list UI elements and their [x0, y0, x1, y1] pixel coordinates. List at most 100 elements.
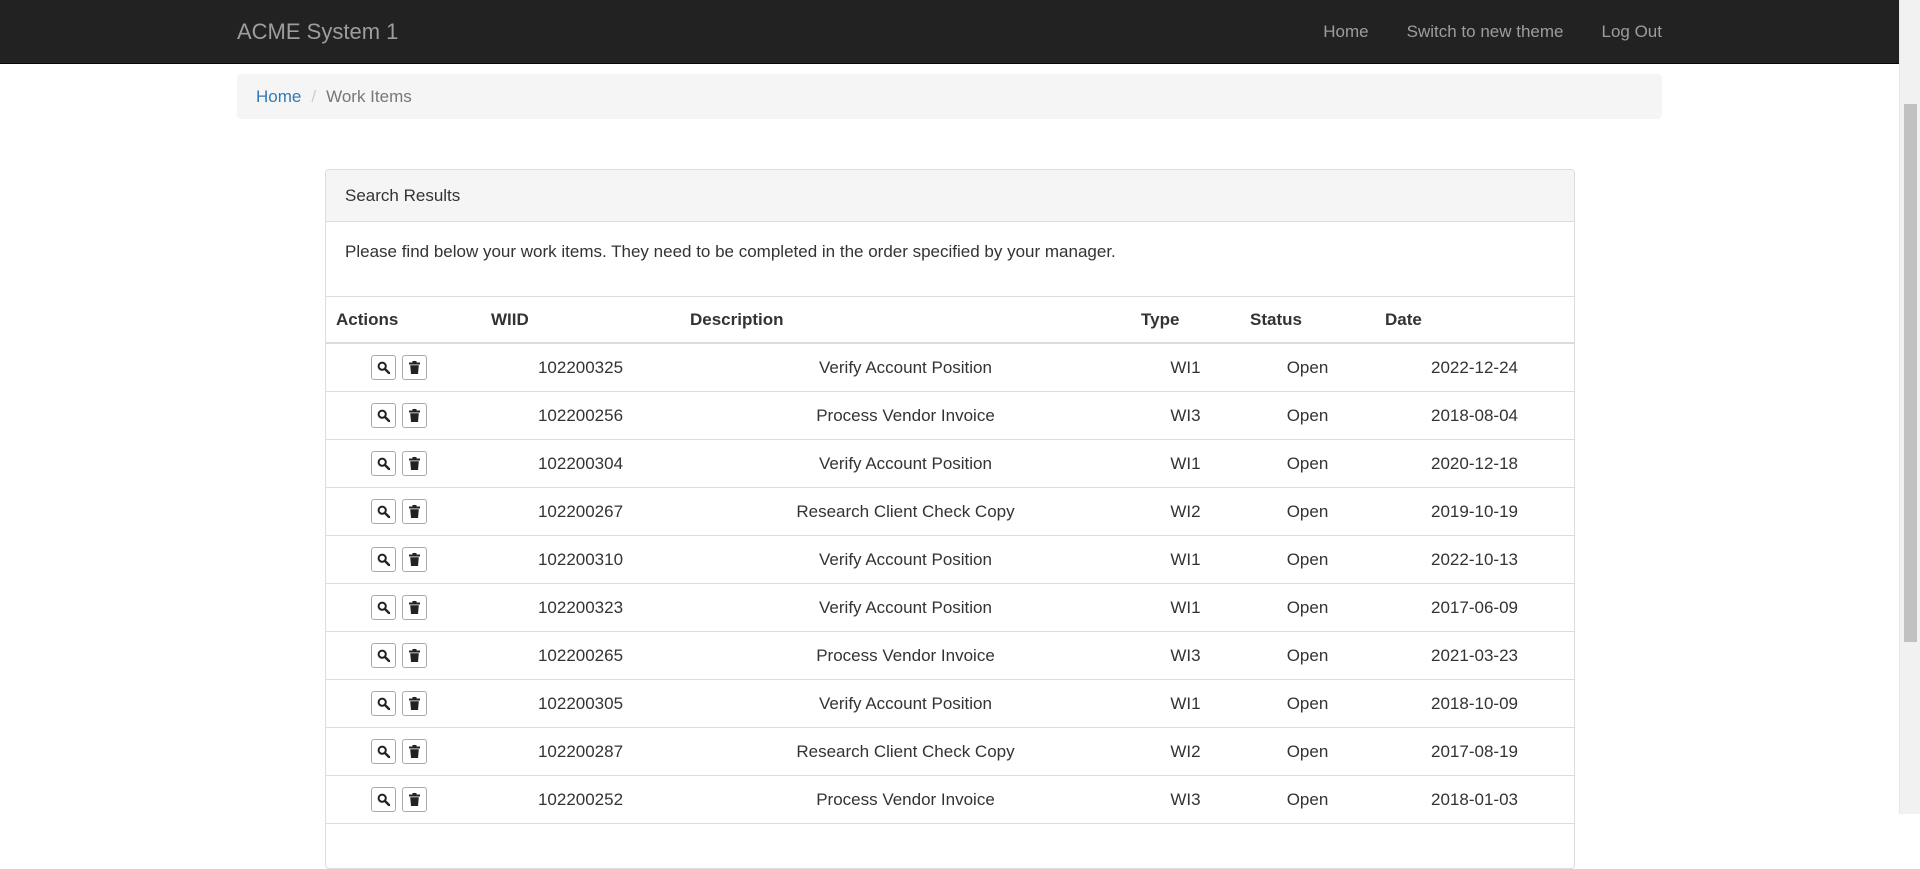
cell-status: Open	[1240, 583, 1375, 632]
brand-link[interactable]: ACME System 1	[237, 0, 398, 63]
cell-date: 2018-01-03	[1375, 775, 1574, 824]
panel-heading: Search Results	[326, 170, 1574, 222]
cell-type: WI2	[1131, 487, 1240, 536]
cell-wiid: 102200256	[481, 391, 680, 440]
table-row: 102200287 Research Client Check Copy WI2 Op…	[326, 727, 1574, 776]
table-row: 102200252 Process Vendor Invoice WI3 Open 20…	[326, 775, 1574, 824]
delete-button[interactable]	[402, 499, 427, 524]
panel-intro-text: Please find below your work items. They …	[326, 222, 1574, 297]
cell-date: 2017-06-09	[1375, 583, 1574, 632]
header-description: Description	[680, 297, 1131, 344]
row-actions	[326, 487, 481, 536]
row-actions	[326, 727, 481, 776]
top-navbar: ACME System 1 Home Switch to new theme L…	[0, 0, 1899, 64]
cell-status: Open	[1240, 343, 1375, 392]
cell-wiid: 102200323	[481, 583, 680, 632]
delete-button[interactable]	[402, 355, 427, 380]
cell-wiid: 102200252	[481, 775, 680, 824]
view-button[interactable]	[371, 355, 396, 380]
breadcrumb: Home / Work Items	[237, 74, 1662, 119]
view-button[interactable]	[371, 691, 396, 716]
table-row: 102200304 Verify Account Position WI1 Open 2…	[326, 439, 1574, 488]
cell-date: 2022-10-13	[1375, 535, 1574, 584]
scrollbar-thumb[interactable]	[1904, 104, 1917, 642]
delete-button[interactable]	[402, 403, 427, 428]
nav-switch-theme-link[interactable]: Switch to new theme	[1388, 0, 1583, 63]
header-wiid: WIID	[481, 297, 680, 344]
cell-date: 2018-10-09	[1375, 679, 1574, 728]
table-row: 102200265 Process Vendor Invoice WI3 Open 20…	[326, 631, 1574, 680]
cell-status: Open	[1240, 439, 1375, 488]
cell-wiid: 102200287	[481, 727, 680, 776]
delete-button[interactable]	[402, 691, 427, 716]
delete-button[interactable]	[402, 451, 427, 476]
breadcrumb-separator: /	[311, 87, 317, 106]
cell-type: WI1	[1131, 535, 1240, 584]
table-row: 102200325 Verify Account Position WI1 Open 2…	[326, 343, 1574, 392]
header-date: Date	[1375, 297, 1574, 344]
delete-button[interactable]	[402, 595, 427, 620]
view-button[interactable]	[371, 739, 396, 764]
nav-logout-link[interactable]: Log Out	[1583, 0, 1663, 63]
cell-date: 2022-12-24	[1375, 343, 1574, 392]
cell-description: Process Vendor Invoice	[680, 391, 1131, 440]
vertical-scrollbar[interactable]	[1899, 0, 1920, 814]
row-actions	[326, 391, 481, 440]
cell-date: 2017-08-19	[1375, 727, 1574, 776]
row-actions	[326, 439, 481, 488]
cell-type: WI2	[1131, 727, 1240, 776]
cell-wiid: 102200305	[481, 679, 680, 728]
cell-type: WI1	[1131, 343, 1240, 392]
cell-description: Research Client Check Copy	[680, 487, 1131, 536]
cell-status: Open	[1240, 679, 1375, 728]
cell-description: Process Vendor Invoice	[680, 631, 1131, 680]
header-status: Status	[1240, 297, 1375, 344]
cell-date: 2019-10-19	[1375, 487, 1574, 536]
cell-description: Research Client Check Copy	[680, 727, 1131, 776]
cell-date: 2018-08-04	[1375, 391, 1574, 440]
header-actions: Actions	[326, 297, 481, 344]
cell-status: Open	[1240, 775, 1375, 824]
cell-type: WI3	[1131, 631, 1240, 680]
table-row: 102200305 Verify Account Position WI1 Open 2…	[326, 679, 1574, 728]
view-button[interactable]	[371, 499, 396, 524]
cell-type: WI1	[1131, 583, 1240, 632]
delete-button[interactable]	[402, 739, 427, 764]
table-row: 102200323 Verify Account Position WI1 Open 2…	[326, 583, 1574, 632]
nav-home-link[interactable]: Home	[1304, 0, 1387, 63]
cell-type: WI1	[1131, 439, 1240, 488]
row-actions	[326, 583, 481, 632]
view-button[interactable]	[371, 451, 396, 476]
cell-description: Verify Account Position	[680, 439, 1131, 488]
cell-description: Verify Account Position	[680, 679, 1131, 728]
cell-type: WI3	[1131, 391, 1240, 440]
delete-button[interactable]	[402, 643, 427, 668]
table-header-row: Actions WIID Description Type Status Dat…	[326, 297, 1574, 344]
cell-date: 2021-03-23	[1375, 631, 1574, 680]
row-actions	[326, 631, 481, 680]
view-button[interactable]	[371, 595, 396, 620]
cell-wiid: 102200267	[481, 487, 680, 536]
delete-button[interactable]	[402, 787, 427, 812]
row-actions	[326, 775, 481, 824]
row-actions	[326, 679, 481, 728]
cell-description: Verify Account Position	[680, 583, 1131, 632]
breadcrumb-home-link[interactable]: Home	[256, 87, 301, 106]
view-button[interactable]	[371, 643, 396, 668]
cell-type: WI3	[1131, 775, 1240, 824]
cell-status: Open	[1240, 727, 1375, 776]
cell-status: Open	[1240, 631, 1375, 680]
cell-wiid: 102200310	[481, 535, 680, 584]
view-button[interactable]	[371, 547, 396, 572]
row-actions	[326, 535, 481, 584]
cell-status: Open	[1240, 487, 1375, 536]
cell-description: Verify Account Position	[680, 535, 1131, 584]
cell-wiid: 102200304	[481, 439, 680, 488]
cell-description: Process Vendor Invoice	[680, 775, 1131, 824]
cell-date: 2020-12-18	[1375, 439, 1574, 488]
cell-type: WI1	[1131, 679, 1240, 728]
view-button[interactable]	[371, 787, 396, 812]
view-button[interactable]	[371, 403, 396, 428]
table-row: 102200256 Process Vendor Invoice WI3 Open 20…	[326, 391, 1574, 440]
delete-button[interactable]	[402, 547, 427, 572]
